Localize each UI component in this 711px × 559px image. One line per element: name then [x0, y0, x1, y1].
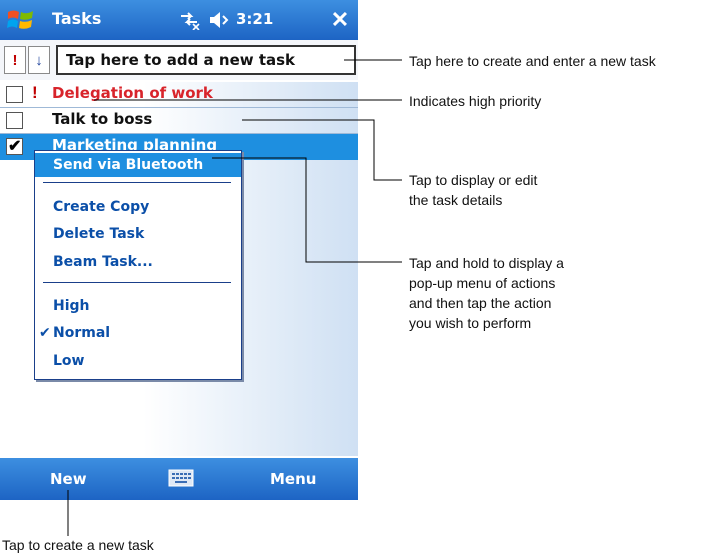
annotation-popup-line-4: you wish to perform [409, 315, 532, 331]
annotation-new-task: Tap to create a new task [2, 537, 154, 553]
callout-lines [67, 59, 402, 536]
annotation-popup-line-3: and then tap the action [409, 295, 552, 311]
annotation-details-line-2: the task details [409, 192, 503, 208]
annotation-details-line-1: Tap to display or edit [409, 172, 538, 188]
annotation-create-task: Tap here to create and enter a new task [409, 53, 656, 69]
annotation-high-priority: Indicates high priority [409, 93, 542, 109]
annotation-popup-line-1: Tap and hold to display a [409, 255, 564, 271]
callout-line-task-details [242, 119, 402, 181]
annotation-popup-line-2: pop-up menu of actions [409, 275, 556, 291]
